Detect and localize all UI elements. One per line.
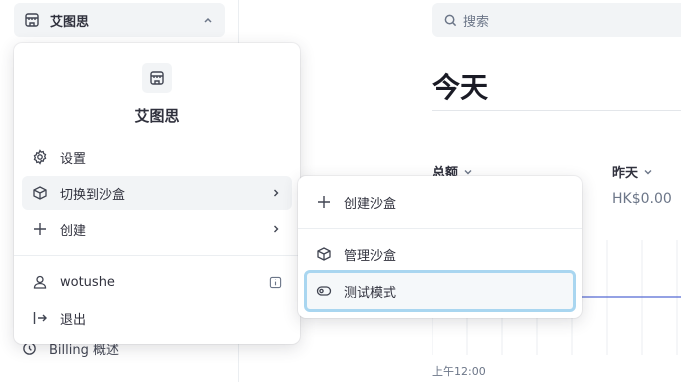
cube-icon: [32, 185, 48, 201]
menu-item-logout[interactable]: 退出: [22, 301, 292, 335]
search-input[interactable]: 搜索: [432, 3, 681, 37]
metric-selector-yesterday[interactable]: 昨天: [612, 162, 654, 181]
menu-account-name: 艾图思: [134, 107, 180, 125]
menu-item-settings[interactable]: 设置: [22, 140, 292, 174]
menu-item-label: 退出: [60, 312, 87, 328]
submenu-item-test-mode[interactable]: 测试模式: [304, 270, 576, 312]
menu-item-create[interactable]: 创建: [22, 212, 292, 246]
info-icon[interactable]: [269, 276, 282, 289]
chevron-up-icon: [201, 13, 215, 27]
store-icon: [24, 12, 40, 28]
menu-item-label: 设置: [60, 151, 87, 167]
submenu-divider: [298, 228, 582, 229]
cube-icon: [316, 246, 332, 262]
submenu-item-create-sandbox[interactable]: 创建沙盒: [304, 184, 576, 220]
submenu-item-manage-sandbox[interactable]: 管理沙盒: [304, 236, 576, 272]
menu-item-label: 创建: [60, 223, 87, 239]
plus-icon: [316, 194, 332, 210]
submenu-item-label: 测试模式: [344, 285, 397, 301]
plus-icon: [32, 221, 48, 237]
gear-icon: [32, 149, 48, 165]
menu-item-switch-sandbox[interactable]: 切换到沙盒: [22, 176, 292, 210]
menu-item-user[interactable]: wotushe: [22, 265, 292, 299]
submenu-item-label: 管理沙盒: [344, 248, 397, 264]
account-switcher-button[interactable]: 艾图思: [14, 3, 225, 37]
toggle-icon: [316, 283, 332, 299]
account-name: 艾图思: [50, 14, 90, 30]
chart-axis-start-label: 上午12:00: [432, 365, 486, 378]
store-icon: [142, 63, 172, 93]
chevron-right-icon: [270, 223, 282, 235]
menu-divider: [14, 255, 300, 256]
logout-icon: [32, 310, 48, 326]
metric-value: HK$0.00: [612, 191, 672, 207]
metric-label: 昨天: [612, 166, 639, 181]
account-menu: 艾图思 设置 切换到沙盒 创建 wotushe 退出: [14, 43, 300, 344]
menu-item-label: wotushe: [60, 274, 115, 290]
search-placeholder: 搜索: [463, 14, 490, 30]
search-icon: [444, 14, 457, 27]
page-title: 今天: [432, 71, 489, 104]
chevron-down-icon: [638, 166, 654, 178]
divider: [432, 110, 681, 111]
sandbox-submenu: 创建沙盒 管理沙盒 测试模式: [298, 176, 582, 318]
user-icon: [32, 274, 48, 290]
chevron-right-icon: [270, 187, 282, 199]
menu-item-label: 切换到沙盒: [60, 187, 126, 203]
submenu-item-label: 创建沙盒: [344, 196, 397, 212]
